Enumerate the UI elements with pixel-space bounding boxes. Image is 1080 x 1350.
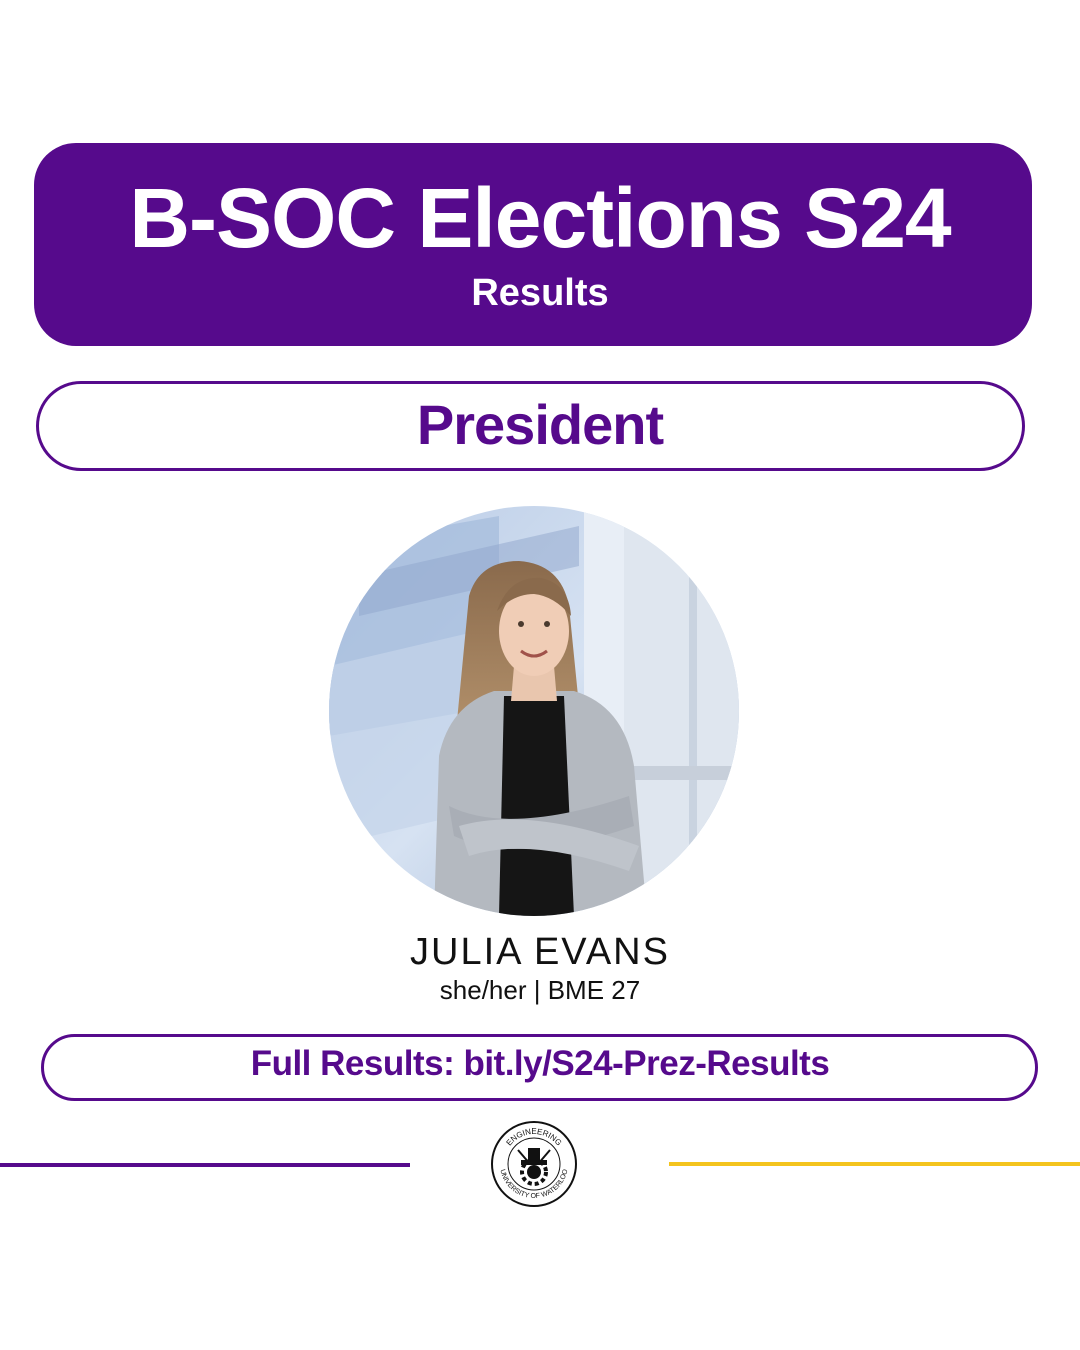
page-subtitle: Results [471, 272, 609, 314]
candidate-photo [329, 506, 739, 916]
engineering-seal-icon: ENGINEERING UNIVERSITY OF WATERLOO [490, 1120, 578, 1208]
divider-gold [669, 1162, 1080, 1166]
divider-purple [0, 1163, 410, 1167]
full-results-link[interactable]: Full Results: bit.ly/S24-Prez-Results [0, 1043, 1080, 1085]
candidate-info: she/her | BME 27 [439, 975, 641, 1005]
position-label: President [416, 393, 664, 456]
page-title: B-SOC Elections S24 [129, 171, 951, 265]
candidate-name: JULIA EVANS [410, 931, 670, 973]
